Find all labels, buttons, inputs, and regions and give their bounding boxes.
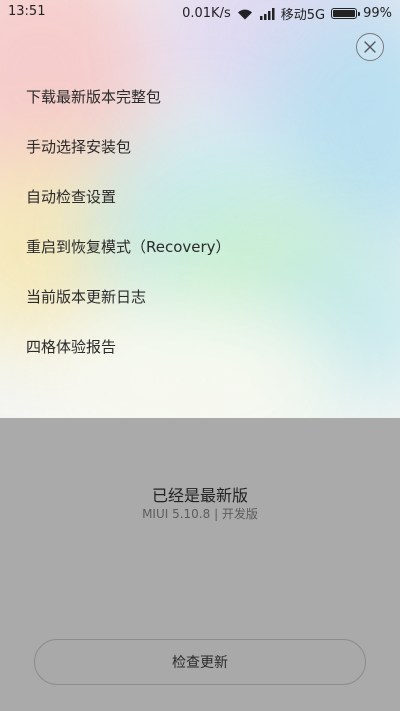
- network-speed: 0.01K/s: [182, 6, 231, 21]
- version-label: MIUI 5.10.8 | 开发版: [142, 507, 258, 521]
- status-time: 13:51: [8, 4, 46, 19]
- signal-icon: [259, 7, 275, 20]
- menu-item-label: 四格体验报告: [26, 338, 117, 356]
- menu-item-experience-report[interactable]: 四格体验报告: [0, 322, 400, 372]
- status-right-group: 0.01K/s 移动5G 99%: [182, 4, 392, 23]
- battery-icon: [331, 8, 361, 19]
- update-options-menu: 下载最新版本完整包 手动选择安装包 自动检查设置 重启到恢复模式（Recover…: [0, 72, 400, 372]
- carrier-label: 移动5G: [280, 8, 326, 23]
- menu-item-label: 重启到恢复模式（Recovery）: [26, 238, 231, 256]
- wifi-icon: [237, 9, 252, 19]
- menu-item-label: 手动选择安装包: [26, 138, 132, 156]
- close-button[interactable]: [356, 33, 384, 61]
- update-status-title: 已经是最新版: [151, 486, 248, 505]
- menu-item-download-full-package[interactable]: 下载最新版本完整包: [0, 72, 400, 122]
- menu-item-label: 当前版本更新日志: [26, 288, 147, 306]
- status-bar: 13:51 0.01K/s 移动5G 99%: [0, 0, 400, 24]
- menu-item-choose-package[interactable]: 手动选择安装包: [0, 122, 400, 172]
- menu-item-label: 下载最新版本完整包: [26, 88, 162, 106]
- menu-item-auto-check-settings[interactable]: 自动检查设置: [0, 172, 400, 222]
- menu-item-changelog[interactable]: 当前版本更新日志: [0, 272, 400, 322]
- update-status-panel: 已经是最新版 MIUI 5.10.8 | 开发版 检查更新: [0, 418, 400, 711]
- close-icon: [364, 41, 376, 53]
- menu-item-label: 自动检查设置: [26, 188, 117, 206]
- check-update-button[interactable]: 检查更新: [34, 639, 366, 685]
- battery-percent: 99%: [363, 6, 392, 21]
- menu-item-reboot-recovery[interactable]: 重启到恢复模式（Recovery）: [0, 222, 400, 272]
